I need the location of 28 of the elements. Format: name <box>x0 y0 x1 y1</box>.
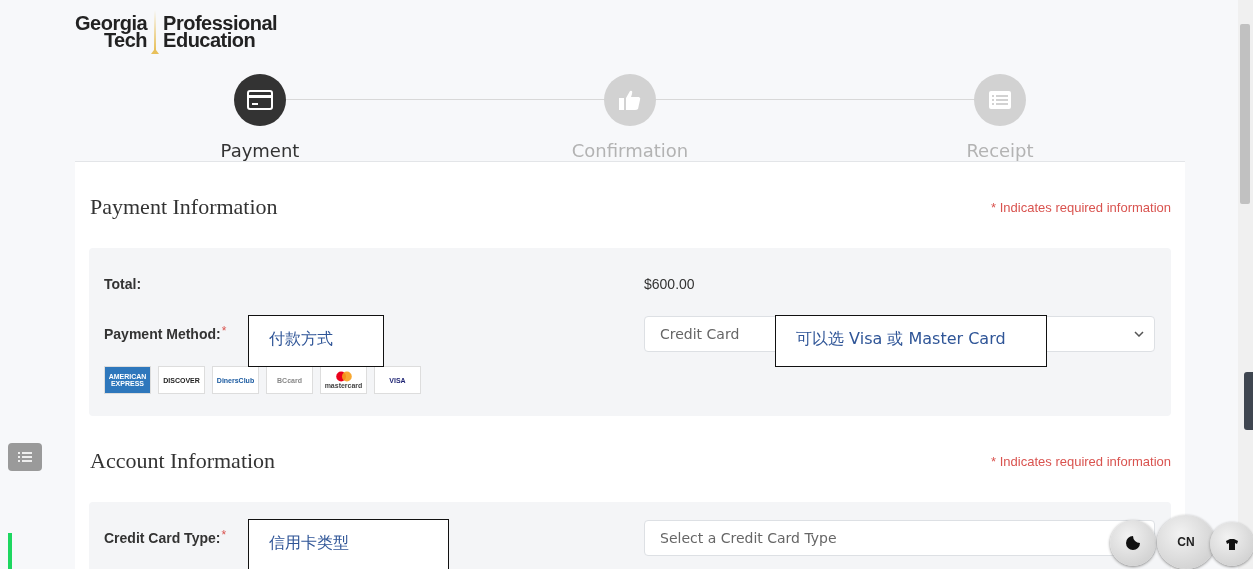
required-mark-text: * <box>221 326 227 336</box>
logo-text: Georgia Tech <box>75 15 148 49</box>
required-note: * Indicates required information <box>991 199 1171 215</box>
required-mark-text: * <box>221 530 227 540</box>
shirt-button[interactable] <box>1210 522 1253 566</box>
moon-icon <box>1126 536 1140 550</box>
step-label: Confirmation <box>571 140 689 161</box>
side-handle[interactable] <box>1244 372 1253 430</box>
required-note: * Indicates required information <box>991 453 1171 469</box>
shirt-icon <box>1226 538 1238 550</box>
list-icon <box>988 90 1012 110</box>
field-label: Payment Method: <box>104 326 221 342</box>
credit-card-icon <box>247 90 273 110</box>
annotation-tooltip: 信用卡类型 <box>248 519 449 569</box>
total-value: $600.00 <box>644 276 696 292</box>
step-label: Payment <box>220 140 300 161</box>
logo-text: Professional Education <box>163 15 278 49</box>
section-title: Account Information <box>90 448 276 474</box>
thumbs-up-icon <box>618 89 642 111</box>
select-field[interactable]: Select a Credit Card Type <box>644 520 1155 556</box>
field-label: Total: <box>104 276 142 292</box>
list-icon <box>18 451 32 463</box>
annotation-tooltip: 付款方式 <box>248 315 384 367</box>
step-label: Receipt <box>966 140 1034 161</box>
section-title: Payment Information <box>90 194 278 220</box>
annotation-tooltip: 可以选 Visa 或 Master Card <box>775 315 1047 367</box>
field-label: Credit Card Type: <box>104 530 221 546</box>
chevron-down-icon <box>1134 331 1144 337</box>
